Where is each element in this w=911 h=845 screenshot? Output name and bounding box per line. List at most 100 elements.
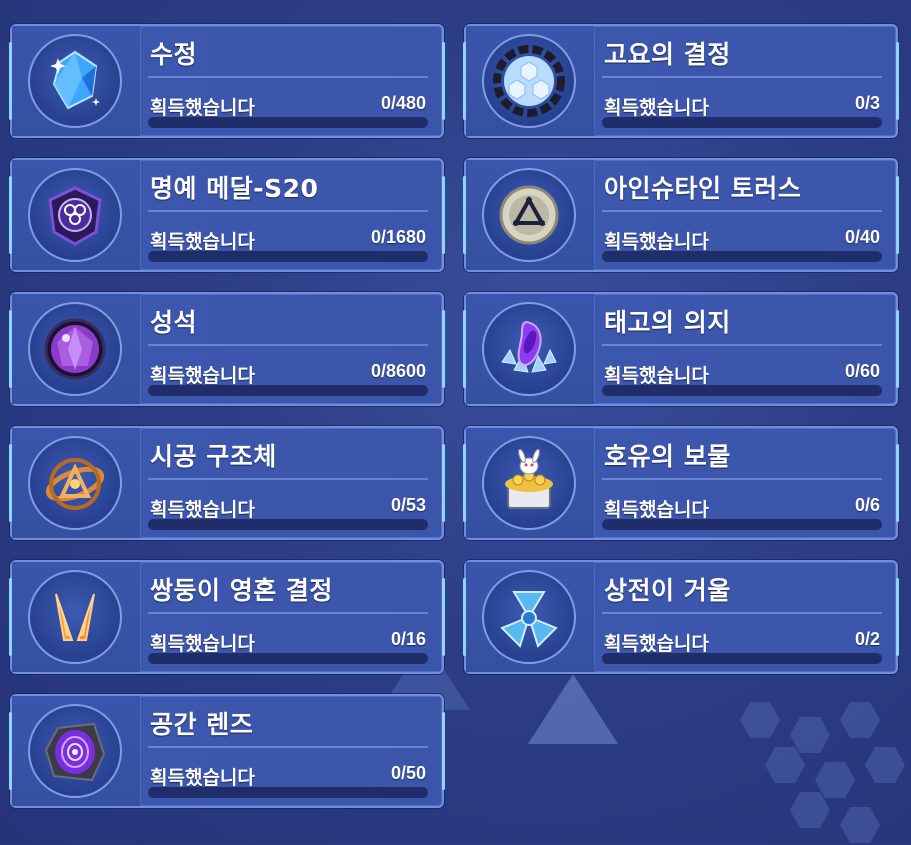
progress-bar — [148, 117, 428, 128]
status-label: 획득했습니다 — [604, 231, 709, 253]
item-count: 0/40 — [844, 227, 880, 247]
background-triangle — [528, 674, 618, 744]
card-edge-accent — [442, 176, 445, 254]
divider — [602, 210, 882, 212]
item-count: 0/6 — [854, 495, 880, 515]
card-edge-accent — [442, 444, 445, 522]
divider — [602, 478, 882, 480]
background-hexagon — [840, 807, 880, 843]
item-card[interactable]: 명예 메달-S20 획득했습니다 0/1680 — [9, 158, 445, 272]
progress-bar — [148, 385, 428, 396]
twin-soul-crystal-icon — [28, 570, 122, 664]
progress-bar — [602, 117, 882, 128]
card-edge-accent — [896, 42, 899, 120]
background-hexagon — [765, 747, 805, 783]
icon-panel — [466, 428, 595, 538]
phase-mirror-icon — [482, 570, 576, 664]
progress-bar — [148, 653, 428, 664]
divider — [148, 76, 428, 78]
item-count: 0/2 — [854, 629, 880, 649]
space-lens-icon — [28, 704, 122, 798]
divider — [148, 210, 428, 212]
primordial-will-icon — [482, 302, 576, 396]
status-label: 획득했습니다 — [150, 365, 255, 387]
item-name: 아인슈타인 토러스 — [604, 174, 802, 203]
card-edge-accent — [442, 578, 445, 656]
item-card[interactable]: 수정 획득했습니다 0/480 — [9, 24, 445, 138]
item-name: 공간 렌즈 — [150, 710, 254, 739]
progress-bar — [602, 653, 882, 664]
background-hexagon — [790, 717, 830, 753]
divider — [148, 344, 428, 346]
status-label: 획득했습니다 — [150, 97, 255, 119]
item-count: 0/50 — [390, 763, 426, 783]
crystal-icon — [28, 34, 122, 128]
item-count: 0/1680 — [370, 227, 426, 247]
stigma-stone-icon — [28, 302, 122, 396]
item-card[interactable]: 아인슈타인 토러스 획득했습니다 0/40 — [463, 158, 899, 272]
icon-panel — [12, 26, 141, 136]
status-label: 획득했습니다 — [604, 365, 709, 387]
item-card[interactable]: 고요의 결정 획득했습니다 0/3 — [463, 24, 899, 138]
background-hexagon — [865, 747, 905, 783]
item-count: 0/3 — [854, 93, 880, 113]
spacetime-structure-icon — [28, 436, 122, 530]
background-hexagon — [815, 762, 855, 798]
item-count: 0/8600 — [370, 361, 426, 381]
progress-bar — [602, 519, 882, 530]
item-count: 0/16 — [390, 629, 426, 649]
card-edge-accent — [442, 310, 445, 388]
item-card[interactable]: 시공 구조체 획득했습니다 0/53 — [9, 426, 445, 540]
item-name: 호유의 보물 — [604, 442, 731, 471]
status-label: 획득했습니다 — [150, 231, 255, 253]
item-name: 태고의 의지 — [604, 308, 731, 337]
status-label: 획득했습니다 — [150, 499, 255, 521]
card-edge-accent — [442, 42, 445, 120]
background-hexagon — [740, 702, 780, 738]
status-label: 획득했습니다 — [604, 97, 709, 119]
icon-panel — [12, 696, 141, 806]
item-name: 명예 메달-S20 — [150, 174, 319, 203]
background-hexagon — [840, 702, 880, 738]
icon-panel — [466, 26, 595, 136]
item-name: 쌍둥이 영혼 결정 — [150, 576, 333, 605]
icon-panel — [12, 562, 141, 672]
status-label: 획득했습니다 — [150, 633, 255, 655]
item-card[interactable]: 쌍둥이 영혼 결정 획득했습니다 0/16 — [9, 560, 445, 674]
item-card[interactable]: 성석 획득했습니다 0/8600 — [9, 292, 445, 406]
item-name: 시공 구조체 — [150, 442, 277, 471]
progress-bar — [602, 385, 882, 396]
item-name: 성석 — [150, 308, 198, 337]
card-edge-accent — [896, 176, 899, 254]
divider — [148, 478, 428, 480]
status-label: 획득했습니다 — [150, 767, 255, 789]
item-card[interactable]: 상전이 거울 획득했습니다 0/2 — [463, 560, 899, 674]
item-name: 고요의 결정 — [604, 40, 731, 69]
icon-panel — [12, 160, 141, 270]
item-count: 0/53 — [390, 495, 426, 515]
status-label: 획득했습니다 — [604, 499, 709, 521]
progress-bar — [602, 251, 882, 262]
card-edge-accent — [896, 310, 899, 388]
icon-panel — [12, 294, 141, 404]
divider — [148, 746, 428, 748]
divider — [602, 344, 882, 346]
card-edge-accent — [442, 712, 445, 790]
icon-panel — [466, 294, 595, 404]
icon-panel — [466, 160, 595, 270]
item-card[interactable]: 태고의 의지 획득했습니다 0/60 — [463, 292, 899, 406]
card-edge-accent — [896, 578, 899, 656]
item-count: 0/60 — [844, 361, 880, 381]
item-card[interactable]: 호유의 보물 획득했습니다 0/6 — [463, 426, 899, 540]
status-label: 획득했습니다 — [604, 633, 709, 655]
divider — [148, 612, 428, 614]
card-edge-accent — [896, 444, 899, 522]
item-card[interactable]: 공간 렌즈 획득했습니다 0/50 — [9, 694, 445, 808]
progress-bar — [148, 787, 428, 798]
progress-bar — [148, 251, 428, 262]
honor-medal-icon — [28, 168, 122, 262]
icon-panel — [466, 562, 595, 672]
item-name: 상전이 거울 — [604, 576, 731, 605]
item-name: 수정 — [150, 40, 198, 69]
divider — [602, 76, 882, 78]
